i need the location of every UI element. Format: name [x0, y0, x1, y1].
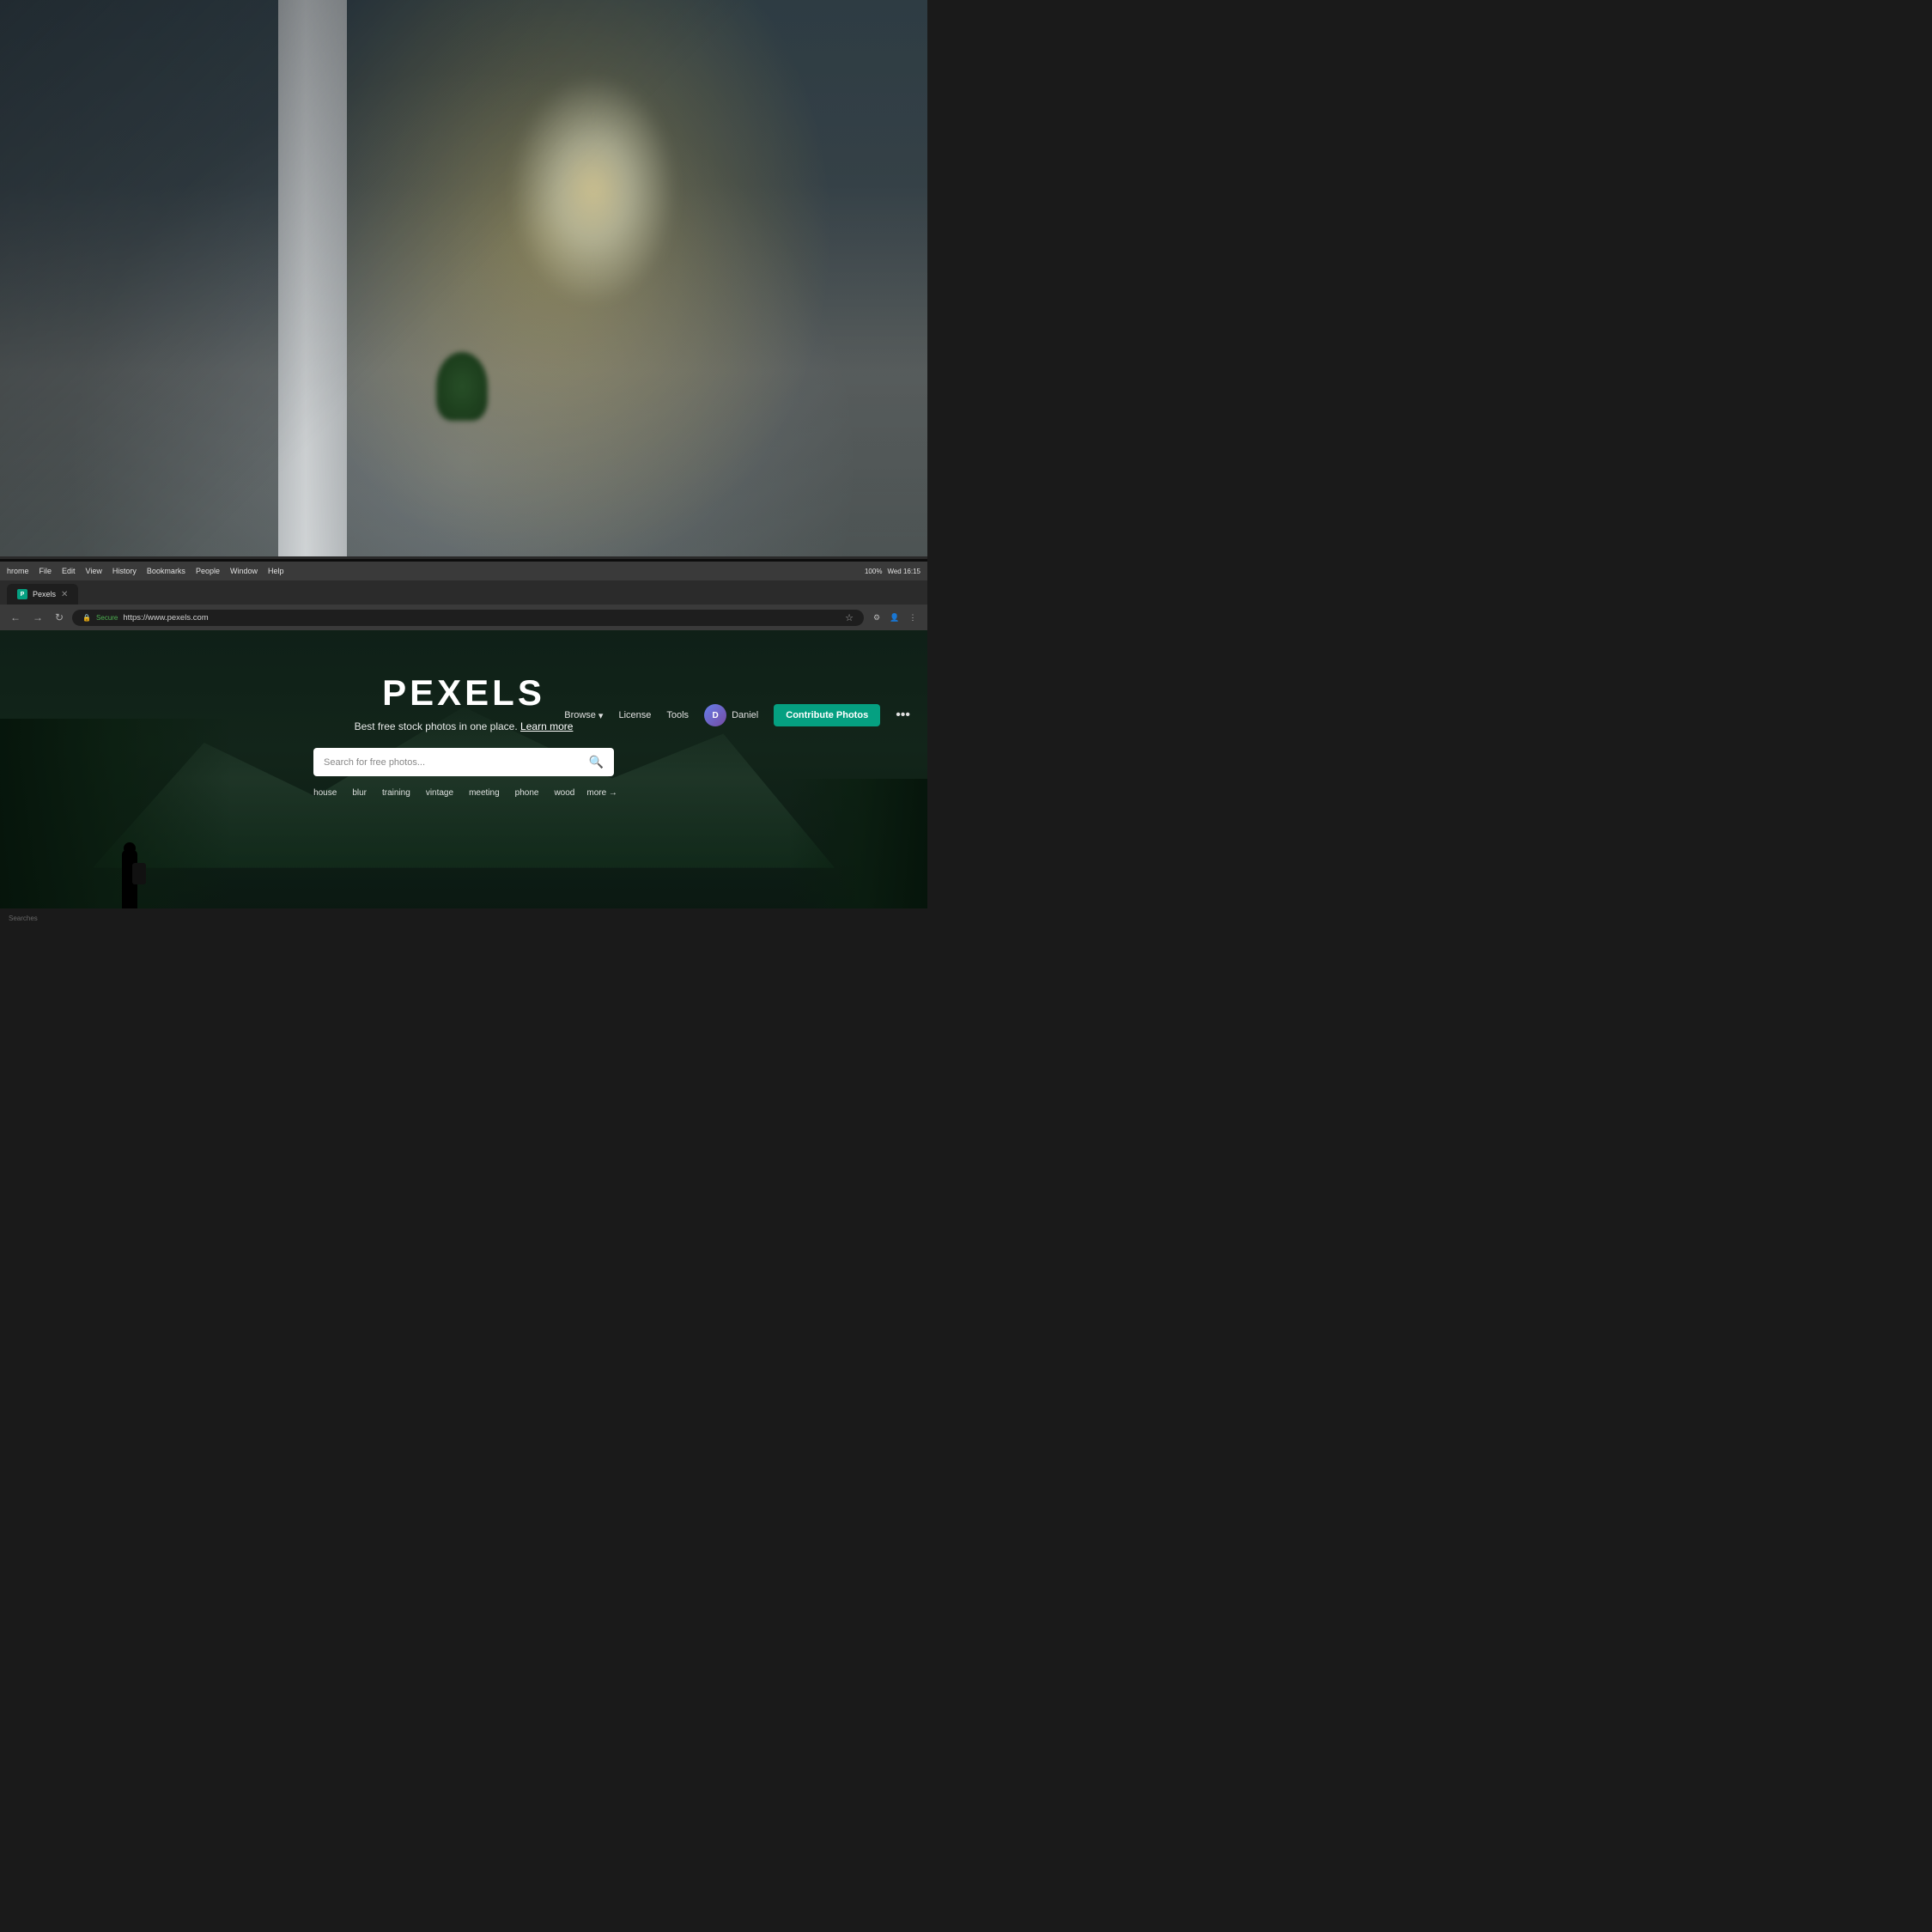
suggestion-wood[interactable]: wood [550, 787, 578, 799]
lock-icon: 🔒 [82, 614, 91, 622]
address-field[interactable]: 🔒 Secure https://www.pexels.com ☆ [72, 610, 864, 626]
website-container: Browse ▾ License Tools D Daniel Contribu… [0, 629, 927, 927]
office-dark-overlay [0, 0, 927, 584]
hiker-backpack [132, 863, 146, 884]
extensions-icon[interactable]: ⚙ [869, 610, 884, 625]
back-button[interactable]: ← [7, 610, 24, 625]
menu-window[interactable]: Window [230, 567, 258, 575]
refresh-button[interactable]: ↻ [52, 610, 67, 625]
battery-status: 100% [865, 568, 882, 575]
browser-address-bar: ← → ↻ 🔒 Secure https://www.pexels.com ☆ … [0, 605, 927, 630]
menu-bookmarks[interactable]: Bookmarks [147, 567, 185, 575]
search-submit-icon[interactable]: 🔍 [589, 755, 604, 769]
suggestion-phone[interactable]: phone [512, 787, 543, 799]
browser-tabs-bar: P Pexels ✕ [0, 580, 927, 605]
pexels-nav: Browse ▾ License Tools D Daniel Contribu… [0, 698, 927, 732]
search-suggestions: house blur training vintage meeting phon… [310, 787, 617, 799]
browser-toolbar-icons: ⚙ 👤 ⋮ [869, 610, 920, 625]
suggestion-vintage[interactable]: vintage [422, 787, 457, 799]
user-name-label: Daniel [732, 710, 758, 720]
laptop-screen: hrome File Edit View History Bookmarks P… [0, 556, 927, 927]
user-avatar[interactable]: D [704, 704, 726, 726]
screen-bezel: hrome File Edit View History Bookmarks P… [0, 556, 927, 927]
forward-button[interactable]: → [29, 610, 46, 625]
browser-status-bar: Searches [0, 908, 927, 927]
nav-license[interactable]: License [618, 710, 651, 720]
search-placeholder-text: Search for free photos... [324, 757, 582, 768]
browser-chrome: hrome File Edit View History Bookmarks P… [0, 562, 927, 630]
status-text: Searches [9, 914, 38, 922]
more-options-icon[interactable]: ⋮ [905, 610, 920, 625]
contribute-photos-button[interactable]: Contribute Photos [774, 704, 880, 726]
url-text: https://www.pexels.com [123, 613, 208, 623]
suggestion-blur[interactable]: blur [349, 787, 370, 799]
active-tab[interactable]: P Pexels ✕ [7, 584, 78, 605]
nav-tools[interactable]: Tools [666, 710, 689, 720]
search-bar[interactable]: Search for free photos... 🔍 [313, 748, 614, 776]
menu-history[interactable]: History [112, 567, 137, 575]
clock: Wed 16:15 [887, 568, 920, 575]
browser-menu-bar: hrome File Edit View History Bookmarks P… [0, 562, 927, 580]
nav-browse[interactable]: Browse ▾ [564, 710, 603, 721]
menu-chrome[interactable]: hrome [7, 567, 29, 575]
more-suggestions-link[interactable]: more → [586, 788, 617, 798]
tab-close-button[interactable]: ✕ [61, 590, 68, 599]
menu-file[interactable]: File [39, 567, 52, 575]
menu-people[interactable]: People [196, 567, 220, 575]
profile-icon[interactable]: 👤 [887, 610, 902, 625]
hero-content: PEXELS Best free stock photos in one pla… [0, 672, 927, 799]
tab-favicon: P [17, 589, 27, 599]
menu-view[interactable]: View [86, 567, 102, 575]
suggestion-meeting[interactable]: meeting [465, 787, 503, 799]
tab-title: Pexels [33, 590, 56, 598]
hiker-figure [112, 807, 155, 910]
bookmark-star-icon[interactable]: ☆ [845, 612, 854, 623]
secure-label: Secure [96, 614, 118, 622]
more-options-nav-button[interactable]: ••• [896, 708, 910, 723]
forest-right [788, 779, 927, 928]
menu-edit[interactable]: Edit [62, 567, 76, 575]
menu-help[interactable]: Help [268, 567, 284, 575]
suggestion-house[interactable]: house [310, 787, 340, 799]
user-profile-section: D Daniel [704, 704, 758, 726]
suggestion-training[interactable]: training [379, 787, 414, 799]
menu-right-status: 100% Wed 16:15 [865, 568, 920, 575]
chevron-down-icon: ▾ [598, 710, 604, 721]
